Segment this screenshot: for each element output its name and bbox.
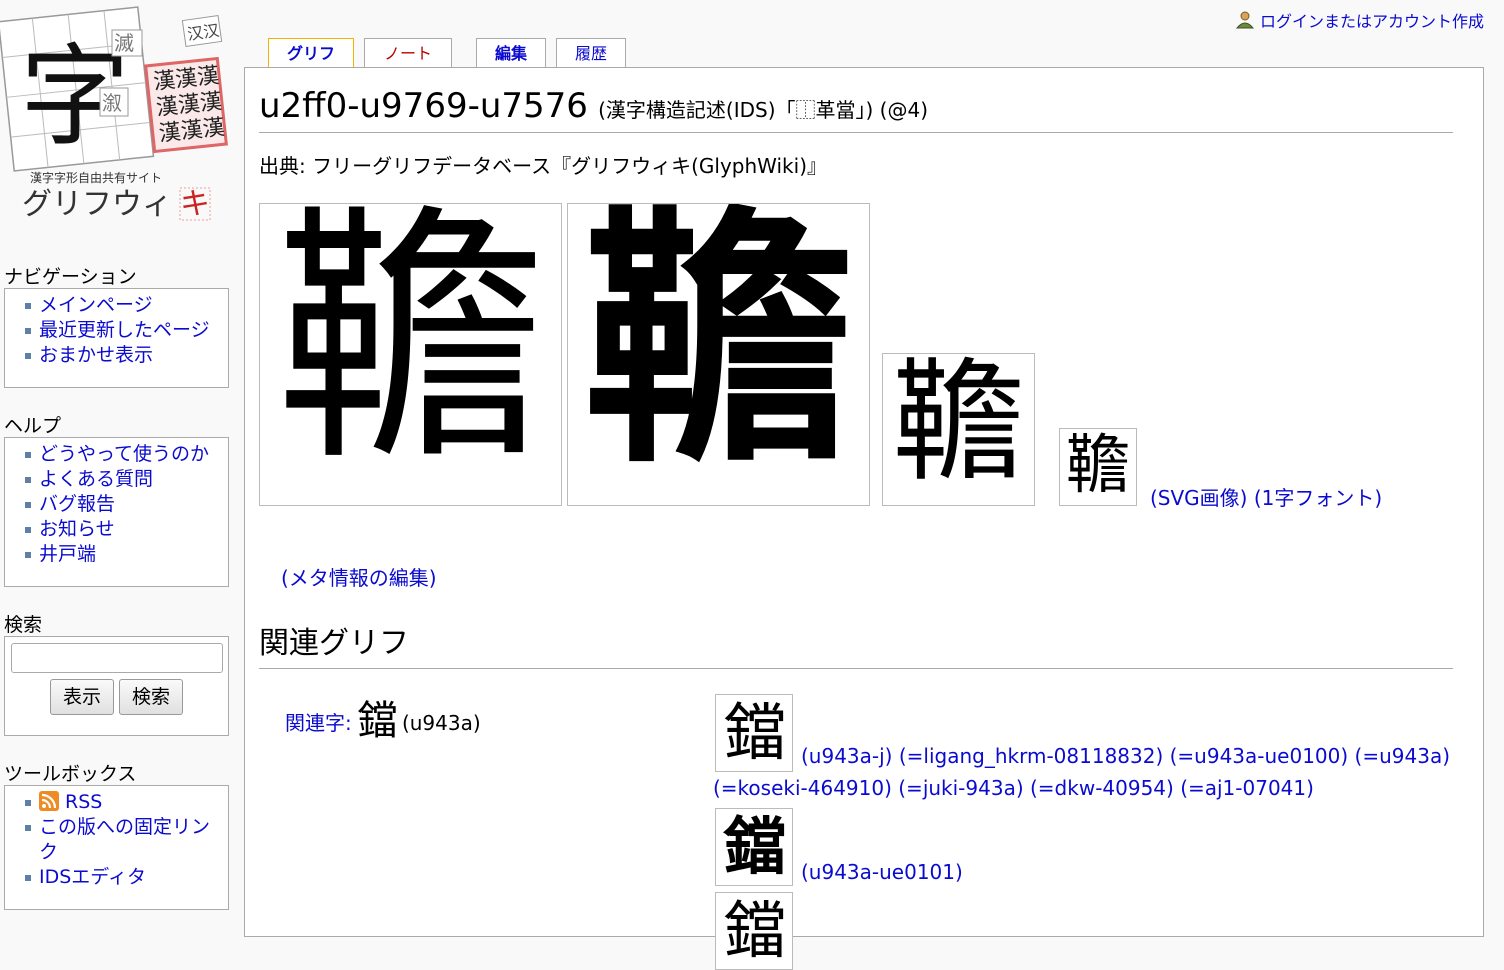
- variant-glyph-image[interactable]: 鐺: [715, 694, 793, 772]
- variant-links-cont[interactable]: (=koseki-464910) (=juki-943a) (=dkw-4095…: [713, 776, 1314, 800]
- related-char: 関連字: 鐺 (u943a): [285, 688, 481, 746]
- user-icon: [1235, 11, 1255, 29]
- rss-icon: [39, 791, 59, 811]
- tab-note[interactable]: ノート: [364, 38, 452, 67]
- variant-links[interactable]: (u943a-j) (=ligang_hkrm-08118832) (=u943…: [801, 744, 1450, 768]
- sidebar-item-bug-report[interactable]: バグ報告: [39, 493, 115, 515]
- portlet-title: ツールボックス: [4, 763, 137, 785]
- source-note: 出典: フリーグリフデータベース『グリフウィキ(GlyphWiki)』: [259, 154, 827, 178]
- svg-font-links[interactable]: (SVG画像) (1字フォント): [1150, 482, 1382, 511]
- related-char-label[interactable]: 関連字:: [285, 711, 352, 735]
- variant-links[interactable]: (u943a-ue0101): [801, 860, 963, 884]
- svg-text:漢字字形自由共有サイト: 漢字字形自由共有サイト: [30, 170, 162, 185]
- tab-glyph[interactable]: グリフ: [268, 38, 354, 69]
- sidebar-item-main-page[interactable]: メインページ: [39, 294, 153, 316]
- related-char-glyph: 鐺: [356, 698, 397, 744]
- sidebar-item-random[interactable]: おまかせ表示: [39, 344, 153, 366]
- svg-text:溆: 溆: [102, 91, 122, 115]
- portlet-title: ナビゲーション: [4, 266, 137, 288]
- portlet-navigation: ナビゲーション メインページ 最近更新したページ おまかせ表示: [4, 262, 229, 388]
- related-char-code: (u943a): [401, 711, 481, 735]
- svg-text:キ: キ: [180, 187, 210, 222]
- svg-text:滅: 滅: [114, 31, 134, 55]
- variant-glyph-image[interactable]: 鐺: [715, 892, 793, 970]
- search-input[interactable]: [11, 643, 223, 673]
- glyph-image-large[interactable]: 韂: [259, 203, 562, 506]
- sidebar-item-recent-changes[interactable]: 最近更新したページ: [39, 319, 210, 341]
- related-glyphs-heading: 関連グリフ: [259, 618, 1453, 669]
- portlet-title: 検索: [4, 614, 43, 636]
- portlet-help: ヘルプ どうやって使うのか よくある質問 バグ報告 お知らせ 井戸端: [4, 411, 229, 587]
- glyph-image-small[interactable]: 韂: [1059, 428, 1137, 506]
- variant-glyph-image[interactable]: 鐺: [715, 808, 793, 886]
- search-button[interactable]: 検索: [119, 679, 183, 715]
- sidebar-item-faq[interactable]: よくある質問: [39, 468, 153, 490]
- meta-edit-link[interactable]: (メタ情報の編集): [281, 562, 437, 591]
- glyph-image-medium[interactable]: 韂: [882, 353, 1035, 506]
- svg-text:グリフウィ: グリフウィ: [22, 187, 172, 222]
- tab-edit[interactable]: 編集: [476, 38, 546, 67]
- personal-tools: ログインまたはアカウント作成: [1235, 8, 1484, 32]
- login-link[interactable]: ログインまたはアカウント作成: [1260, 8, 1484, 32]
- sidebar-item-village-pump[interactable]: 井戸端: [39, 543, 96, 565]
- sidebar-item-news[interactable]: お知らせ: [39, 518, 115, 540]
- portlet-search: 検索 表示 検索: [4, 610, 229, 736]
- logo-graphic: 字 漢漢漢 漢漢漢 漢漢漢 汉汉 溆 滅 漢字字形自由共有サイト グリフウィ キ: [0, 6, 228, 222]
- go-button[interactable]: 表示: [50, 679, 114, 715]
- page-title: u2ff0-u9769-u7576 (漢字構造記述(IDS)「⿰革當」) (@4…: [259, 86, 1453, 133]
- sidebar-item-ids-editor[interactable]: IDSエディタ: [39, 866, 146, 888]
- site-logo[interactable]: 字 漢漢漢 漢漢漢 漢漢漢 汉汉 溆 滅 漢字字形自由共有サイト グリフウィ キ: [0, 0, 240, 235]
- tab-history[interactable]: 履歴: [556, 38, 626, 67]
- glyph-image-large-2[interactable]: 韂: [567, 203, 870, 506]
- sidebar-item-rss[interactable]: RSS: [65, 791, 102, 813]
- sidebar-item-howto[interactable]: どうやって使うのか: [39, 443, 209, 465]
- portlet-toolbox: ツールボックス RSS この版への固定リンク IDSエディタ: [4, 759, 229, 910]
- content-area: u2ff0-u9769-u7576 (漢字構造記述(IDS)「⿰革當」) (@4…: [244, 67, 1484, 970]
- portlet-title: ヘルプ: [4, 415, 62, 437]
- sidebar-item-permalink[interactable]: この版への固定リンク: [39, 816, 210, 863]
